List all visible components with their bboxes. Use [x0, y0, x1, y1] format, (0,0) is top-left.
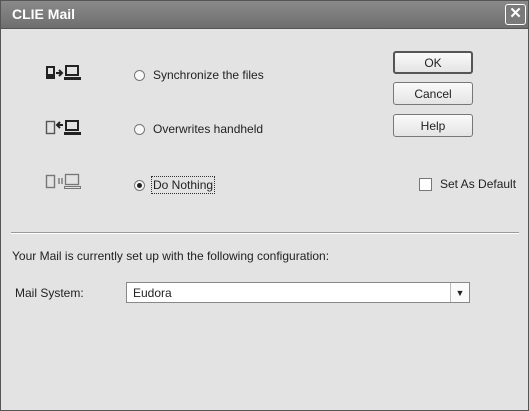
mail-system-select[interactable]: Eudora ▼	[126, 282, 470, 303]
radio-do-nothing[interactable]: Do Nothing	[134, 176, 216, 194]
separator	[11, 232, 519, 234]
mail-system-value[interactable]: Eudora	[133, 286, 172, 300]
cancel-button[interactable]: Cancel	[393, 82, 473, 105]
close-button[interactable]: ✕	[505, 4, 526, 25]
do-nothing-icon	[45, 173, 81, 189]
help-button[interactable]: Help	[393, 114, 473, 137]
desktop-to-handheld-icon	[45, 120, 81, 135]
set-as-default-checkbox[interactable]: Set As Default	[419, 177, 516, 191]
radio-circle[interactable]	[134, 123, 145, 135]
radio-label-do-nothing[interactable]: Do Nothing	[150, 176, 216, 194]
title-bar[interactable]: CLIE Mail ✕	[1, 1, 528, 29]
config-message: Your Mail is currently set up with the f…	[12, 249, 330, 263]
chevron-down-icon[interactable]: ▼	[450, 283, 469, 302]
ok-button[interactable]: OK	[393, 51, 473, 74]
radio-circle[interactable]	[134, 69, 145, 81]
close-icon[interactable]: ✕	[509, 5, 522, 22]
radio-label-synchronize[interactable]: Synchronize the files	[153, 68, 264, 82]
dropdown-arrow-glyph[interactable]: ▼	[456, 288, 465, 298]
set-as-default-label[interactable]: Set As Default	[440, 177, 516, 191]
mail-system-label: Mail System:	[15, 286, 84, 300]
radio-label-overwrites[interactable]: Overwrites handheld	[153, 122, 263, 136]
sync-icon	[46, 65, 81, 80]
window-title: CLIE Mail	[12, 6, 76, 22]
radio-synchronize[interactable]: Synchronize the files	[134, 66, 264, 84]
checkbox-box[interactable]	[419, 177, 432, 191]
clie-mail-dialog: CLIE Mail ✕ Synchronize the files Overwr…	[0, 0, 529, 411]
radio-overwrites-handheld[interactable]: Overwrites handheld	[134, 120, 263, 138]
radio-circle-checked[interactable]	[134, 179, 145, 191]
